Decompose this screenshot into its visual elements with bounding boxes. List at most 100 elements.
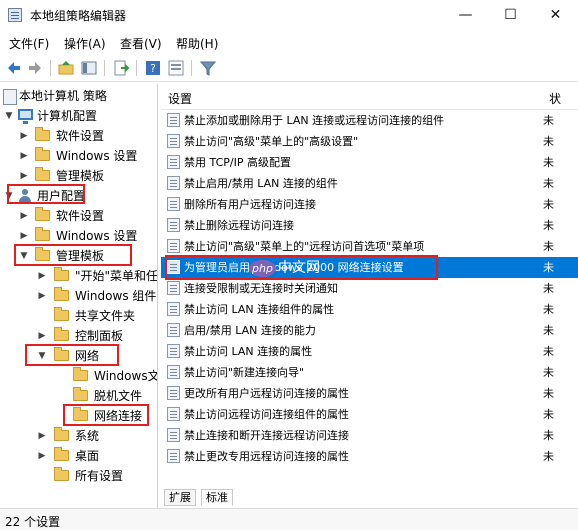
policy-setting-icon bbox=[167, 302, 180, 316]
column-header-state[interactable]: 状 bbox=[549, 90, 561, 107]
menu-view[interactable]: 查看(V) bbox=[120, 35, 162, 52]
list-item[interactable]: 禁止访问 LAN 连接组件的属性未 bbox=[161, 299, 578, 320]
svg-text:?: ? bbox=[150, 62, 156, 75]
tree-label: 本地计算机 策略 bbox=[19, 89, 107, 103]
folder-icon bbox=[54, 427, 69, 441]
tree-label: 共享文件夹 bbox=[75, 309, 136, 323]
tree-label: 软件设置 bbox=[56, 129, 105, 143]
policy-setting-icon bbox=[167, 344, 180, 358]
folder-icon bbox=[54, 327, 69, 341]
policy-editor-icon bbox=[8, 8, 22, 22]
tree-label: 桌面 bbox=[75, 449, 100, 463]
list-item[interactable]: 禁止删除远程访问连接未 bbox=[161, 215, 578, 236]
folder-icon bbox=[35, 227, 50, 241]
tree-label: "开始"菜单和任 bbox=[75, 269, 158, 283]
tree-label: Windows 设置 bbox=[56, 149, 138, 163]
forward-arrow-icon[interactable] bbox=[26, 59, 44, 77]
tab-standard[interactable]: 标准 bbox=[201, 489, 233, 506]
export-list-icon[interactable] bbox=[112, 59, 130, 77]
folder-icon bbox=[35, 167, 50, 181]
chevron-right-icon[interactable]: ▶ bbox=[37, 286, 47, 306]
menu-help[interactable]: 帮助(H) bbox=[176, 35, 218, 52]
close-button[interactable]: ✕ bbox=[533, 0, 578, 30]
properties-icon[interactable] bbox=[167, 59, 185, 77]
list-item[interactable]: 禁止访问"高级"菜单上的"远程访问首选项"菜单项未 bbox=[161, 236, 578, 257]
tree-label: 系统 bbox=[75, 429, 100, 443]
tree-label: 所有设置 bbox=[75, 469, 124, 483]
tree-label: 软件设置 bbox=[56, 209, 105, 223]
list-item[interactable]: 禁止访问"高级"菜单上的"高级设置" 未 bbox=[161, 131, 578, 152]
highlight-box-network-connections bbox=[63, 404, 149, 426]
list-item[interactable]: 禁止启用/禁用 LAN 连接的组件未 bbox=[161, 173, 578, 194]
tab-extended[interactable]: 扩展 bbox=[164, 489, 196, 506]
list-header: 设置 状 bbox=[161, 84, 578, 110]
minimize-button[interactable]: — bbox=[443, 0, 488, 30]
list-item[interactable]: 连接受限制或无连接时关闭通知未 bbox=[161, 278, 578, 299]
chevron-right-icon[interactable]: ▶ bbox=[19, 226, 29, 246]
show-hide-tree-icon[interactable] bbox=[80, 59, 98, 77]
toolbar: ? bbox=[0, 54, 578, 82]
highlight-box-selected-setting bbox=[165, 255, 438, 280]
tree-label: Windows文 bbox=[94, 369, 158, 383]
menu-file[interactable]: 文件(F) bbox=[9, 35, 49, 52]
policy-setting-icon bbox=[167, 113, 180, 127]
chevron-right-icon[interactable]: ▶ bbox=[19, 206, 29, 226]
title-bar: 本地组策略编辑器 — ☐ ✕ bbox=[0, 0, 578, 31]
folder-icon bbox=[54, 447, 69, 461]
folder-icon bbox=[35, 127, 50, 141]
folder-icon bbox=[54, 307, 69, 321]
back-arrow-icon[interactable] bbox=[5, 59, 23, 77]
toolbar-separator bbox=[104, 60, 105, 76]
list-item[interactable]: 禁止连接和断开连接远程访问连接未 bbox=[161, 425, 578, 446]
settings-list-pane: 设置 状 禁止添加或删除用于 LAN 连接或远程访问连接的组件未 禁止访问"高级… bbox=[161, 84, 578, 508]
toolbar-separator bbox=[136, 60, 137, 76]
status-bar: 22 个设置 bbox=[0, 508, 578, 530]
list-item[interactable]: 禁止更改专用远程访问连接的属性未 bbox=[161, 446, 578, 467]
list-item[interactable]: 禁止访问"新建连接向导" 未 bbox=[161, 362, 578, 383]
column-header-setting[interactable]: 设置 bbox=[168, 90, 192, 107]
list-item[interactable]: 禁止访问 LAN 连接的属性未 bbox=[161, 341, 578, 362]
folder-icon bbox=[54, 267, 69, 281]
chevron-right-icon[interactable]: ▶ bbox=[37, 426, 47, 446]
policy-document-icon bbox=[3, 89, 17, 105]
chevron-down-icon[interactable]: ▼ bbox=[4, 106, 14, 126]
chevron-right-icon[interactable]: ▶ bbox=[19, 166, 29, 186]
tree-label: 计算机配置 bbox=[37, 109, 98, 123]
policy-setting-icon bbox=[167, 197, 180, 211]
policy-setting-icon bbox=[167, 239, 180, 253]
chevron-right-icon[interactable]: ▶ bbox=[37, 266, 47, 286]
maximize-button[interactable]: ☐ bbox=[488, 0, 533, 30]
list-item[interactable]: 更改所有用户远程访问连接的属性未 bbox=[161, 383, 578, 404]
highlight-box-admin-templates bbox=[14, 244, 132, 266]
highlight-box-network bbox=[25, 344, 119, 366]
menu-bar: 文件(F) 操作(A) 查看(V) 帮助(H) bbox=[0, 31, 578, 53]
status-text: 22 个设置 bbox=[5, 515, 61, 529]
chevron-right-icon[interactable]: ▶ bbox=[19, 146, 29, 166]
computer-icon bbox=[18, 109, 33, 124]
filter-icon[interactable] bbox=[199, 59, 217, 77]
list-item[interactable]: 删除所有用户远程访问连接未 bbox=[161, 194, 578, 215]
policy-setting-icon bbox=[167, 323, 180, 337]
tree-pane: 本地计算机 策略 ▼ 计算机配置 ▶ 软件设置 ▶ Windows 设置 ▶ 管… bbox=[0, 84, 158, 508]
toolbar-separator bbox=[50, 60, 51, 76]
policy-setting-icon bbox=[167, 428, 180, 442]
tree-label: 脱机文件 bbox=[94, 389, 143, 403]
view-tabs: 扩展 标准 bbox=[162, 487, 578, 507]
folder-icon bbox=[54, 467, 69, 481]
list-item[interactable]: 禁止访问远程访问连接组件的属性未 bbox=[161, 404, 578, 425]
up-folder-icon[interactable] bbox=[57, 59, 75, 77]
policy-setting-icon bbox=[167, 176, 180, 190]
tree-label: 管理模板 bbox=[56, 169, 105, 183]
list-item[interactable]: 启用/禁用 LAN 连接的能力未 bbox=[161, 320, 578, 341]
tree-label: Windows 设置 bbox=[56, 229, 138, 243]
chevron-right-icon[interactable]: ▶ bbox=[19, 126, 29, 146]
list-item[interactable]: 禁止添加或删除用于 LAN 连接或远程访问连接的组件未 bbox=[161, 110, 578, 131]
chevron-right-icon[interactable]: ▶ bbox=[37, 446, 47, 466]
policy-setting-icon bbox=[167, 134, 180, 148]
chevron-right-icon[interactable]: ▶ bbox=[37, 326, 47, 346]
tree-label: Windows 组件 bbox=[75, 289, 157, 303]
list-item[interactable]: 禁用 TCP/IP 高级配置未 bbox=[161, 152, 578, 173]
menu-action[interactable]: 操作(A) bbox=[64, 35, 106, 52]
policy-setting-icon bbox=[167, 449, 180, 463]
help-icon[interactable]: ? bbox=[144, 59, 162, 77]
